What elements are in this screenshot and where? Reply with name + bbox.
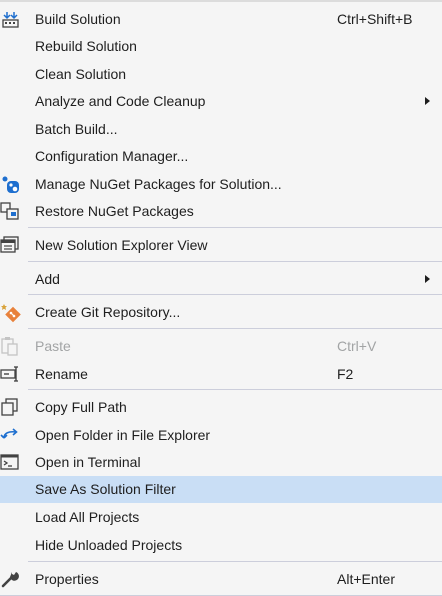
menu-separator: [28, 227, 442, 228]
menu-item-label: Open in Terminal: [35, 454, 141, 470]
menu-item-build-solution[interactable]: Build Solution Ctrl+Shift+B: [0, 6, 442, 33]
menu-separator: [28, 261, 442, 262]
menu-item-paste[interactable]: Paste Ctrl+V: [0, 333, 442, 360]
menu-item-rebuild-solution[interactable]: Rebuild Solution: [0, 33, 442, 60]
paste-icon: [0, 336, 22, 357]
restore-packages-icon: [0, 201, 22, 222]
submenu-arrow-icon: [425, 97, 430, 105]
menu-item-label: Clean Solution: [35, 66, 127, 82]
menu-item-open-folder-in-file-explorer[interactable]: Open Folder in File Explorer: [0, 422, 442, 449]
terminal-icon: [0, 452, 22, 473]
menu-item-label: Copy Full Path: [35, 399, 127, 415]
menu-item-label: Add: [35, 271, 60, 287]
menu-item-batch-build[interactable]: Batch Build...: [0, 116, 442, 143]
menu-item-label: Build Solution: [35, 11, 121, 27]
shortcut-text: Alt+Enter: [337, 571, 395, 587]
menu-item-label: Create Git Repository...: [35, 304, 181, 320]
menu-item-label: Save As Solution Filter: [35, 481, 176, 497]
menu-item-label: Restore NuGet Packages: [35, 203, 194, 219]
menu-item-label: Properties: [35, 571, 99, 587]
menu-item-open-in-terminal[interactable]: Open in Terminal: [0, 449, 442, 476]
open-folder-arrow-icon: [0, 425, 22, 446]
git-icon: [0, 302, 22, 323]
menu-item-add[interactable]: Add: [0, 266, 442, 293]
menu-item-properties[interactable]: Properties Alt+Enter: [0, 566, 442, 593]
menu-item-analyze-code-cleanup[interactable]: Analyze and Code Cleanup: [0, 88, 442, 115]
menu-item-hide-unloaded-projects[interactable]: Hide Unloaded Projects: [0, 532, 442, 559]
menu-separator: [28, 328, 442, 329]
menu-item-configuration-manager[interactable]: Configuration Manager...: [0, 143, 442, 170]
menu-top-border: [0, 0, 442, 2]
menu-item-save-as-solution-filter[interactable]: Save As Solution Filter: [0, 476, 442, 503]
menu-item-label: Rebuild Solution: [35, 38, 137, 54]
menu-item-restore-nuget[interactable]: Restore NuGet Packages: [0, 198, 442, 225]
context-menu: Build Solution Ctrl+Shift+B Rebuild Solu…: [0, 0, 442, 596]
rename-icon: [0, 364, 22, 385]
menu-separator: [28, 294, 442, 295]
menu-item-label: Batch Build...: [35, 121, 118, 137]
wrench-icon: [0, 569, 22, 590]
menu-item-load-all-projects[interactable]: Load All Projects: [0, 504, 442, 531]
menu-item-label: Rename: [35, 366, 88, 382]
menu-item-label: Load All Projects: [35, 509, 140, 525]
menu-item-label: Paste: [35, 338, 71, 354]
copy-icon: [0, 397, 22, 418]
menu-item-label: New Solution Explorer View: [35, 237, 208, 253]
menu-item-label: Analyze and Code Cleanup: [35, 93, 206, 109]
nuget-icon: [0, 174, 22, 195]
build-solution-icon: [0, 9, 22, 30]
menu-item-new-solution-explorer-view[interactable]: New Solution Explorer View: [0, 232, 442, 259]
menu-item-label: Manage NuGet Packages for Solution...: [35, 176, 282, 192]
shortcut-text: Ctrl+Shift+B: [337, 11, 413, 27]
menu-item-label: Hide Unloaded Projects: [35, 537, 183, 553]
menu-item-label: Open Folder in File Explorer: [35, 427, 211, 443]
menu-separator: [28, 389, 442, 390]
shortcut-text: Ctrl+V: [337, 338, 377, 354]
menu-item-copy-full-path[interactable]: Copy Full Path: [0, 394, 442, 421]
new-explorer-view-icon: [0, 235, 22, 256]
menu-item-clean-solution[interactable]: Clean Solution: [0, 61, 442, 88]
menu-separator: [28, 561, 442, 562]
submenu-arrow-icon: [425, 275, 430, 283]
menu-item-label: Configuration Manager...: [35, 148, 189, 164]
menu-item-rename[interactable]: Rename F2: [0, 361, 442, 388]
menu-item-manage-nuget[interactable]: Manage NuGet Packages for Solution...: [0, 171, 442, 198]
menu-item-create-git-repository[interactable]: Create Git Repository...: [0, 299, 442, 326]
shortcut-text: F2: [337, 366, 354, 382]
